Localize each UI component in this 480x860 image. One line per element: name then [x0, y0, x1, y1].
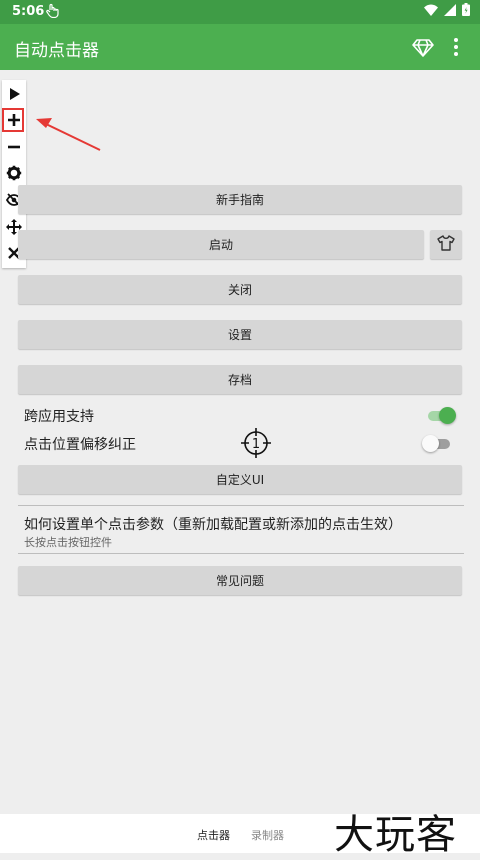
info-title[interactable]: 如何设置单个点击参数（重新加载配置或新添加的点击生效）: [24, 514, 402, 534]
play-icon[interactable]: [2, 82, 26, 106]
battery-icon: [462, 3, 470, 20]
theme-button[interactable]: [430, 230, 462, 259]
toggle-knob: [422, 435, 439, 452]
offset-toggle[interactable]: [422, 435, 452, 453]
save-button[interactable]: 存档: [18, 365, 462, 394]
highlight-box: [2, 108, 24, 132]
touch-icon: [46, 3, 59, 22]
settings-button[interactable]: 设置: [18, 320, 462, 349]
custom-ui-button[interactable]: 自定义UI: [18, 465, 462, 494]
wifi-icon: [424, 4, 438, 20]
tab-clicker[interactable]: 点击器: [197, 827, 230, 843]
tab-recorder[interactable]: 录制器: [251, 827, 284, 843]
crosshair-number: 1: [252, 437, 260, 452]
divider: [18, 505, 464, 506]
start-button[interactable]: 启动: [18, 230, 424, 259]
minus-icon[interactable]: [2, 135, 26, 159]
cross-app-toggle[interactable]: [426, 407, 456, 425]
divider: [18, 553, 464, 554]
toggle-knob: [439, 407, 456, 424]
tshirt-icon: [437, 235, 455, 254]
more-vert-icon[interactable]: [446, 36, 466, 58]
guide-button[interactable]: 新手指南: [18, 185, 462, 214]
status-time: 5:06: [12, 4, 45, 19]
info-subtitle: 长按点击按钮控件: [24, 536, 112, 549]
signal-icon: [444, 3, 456, 20]
faq-button[interactable]: 常见问题: [18, 566, 462, 595]
status-bar: 5:06: [0, 0, 480, 24]
gear-icon[interactable]: [2, 161, 26, 185]
diamond-icon[interactable]: [412, 36, 434, 58]
app-bar: 自动点击器: [0, 24, 480, 70]
crosshair-icon[interactable]: 1: [240, 427, 272, 459]
watermark: 大玩客: [334, 812, 457, 858]
offset-label: 点击位置偏移纠正: [24, 437, 136, 453]
close-button[interactable]: 关闭: [18, 275, 462, 304]
app-title: 自动点击器: [14, 41, 99, 61]
cross-app-label: 跨应用支持: [24, 409, 94, 425]
